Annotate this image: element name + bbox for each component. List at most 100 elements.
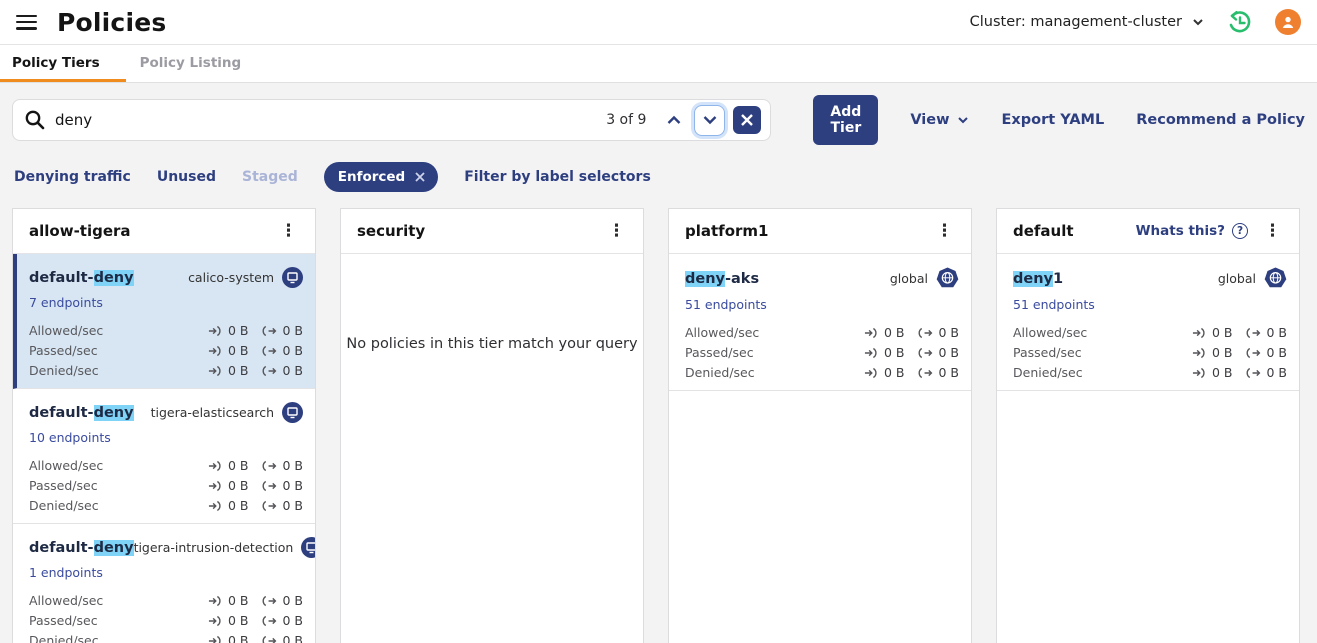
ingress-icon (208, 480, 223, 492)
ingress-icon (208, 615, 223, 627)
search-bar: 3 of 9 (12, 99, 771, 141)
chevron-down-icon (1192, 16, 1204, 28)
stat-row: Allowed/sec 0 B 0 B (1013, 325, 1287, 340)
policy-name: default-deny (29, 540, 134, 556)
ingress-icon (208, 500, 223, 512)
stat-row: Denied/sec 0 B 0 B (29, 498, 303, 513)
ingress-icon (864, 367, 879, 379)
hamburger-menu-icon[interactable] (16, 15, 37, 30)
tier-column-allow-tigera: allow-tigera ⋮ default-deny calico-syste… (12, 208, 316, 643)
stat-row: Passed/sec 0 B 0 B (685, 345, 959, 360)
filter-denying-traffic[interactable]: Denying traffic (14, 169, 131, 185)
search-input[interactable] (55, 111, 606, 129)
recommend-policy-button[interactable]: Recommend a Policy (1136, 112, 1305, 128)
ingress-icon (208, 345, 223, 357)
search-next-button[interactable] (694, 105, 725, 136)
endpoints-link[interactable]: 7 endpoints (29, 295, 103, 310)
help-icon: ? (1232, 223, 1248, 239)
egress-icon (262, 345, 277, 357)
stat-row: Allowed/sec 0 B 0 B (29, 593, 303, 608)
policy-scope: global (890, 267, 959, 290)
egress-icon (262, 365, 277, 377)
egress-icon (262, 635, 277, 643)
add-tier-button[interactable]: Add Tier (813, 95, 878, 145)
policy-card[interactable]: default-deny tigera-intrusion-detection … (13, 524, 315, 643)
policy-name: default-deny (29, 405, 134, 421)
history-icon[interactable] (1226, 9, 1253, 36)
tab-policy-tiers[interactable]: Policy Tiers (0, 45, 126, 82)
view-dropdown[interactable]: View (910, 112, 969, 128)
ingress-icon (864, 347, 879, 359)
tier-title: platform1 (685, 222, 932, 240)
egress-icon (262, 480, 277, 492)
search-icon (23, 108, 47, 132)
filter-enforced-pill[interactable]: Enforced (324, 162, 438, 192)
egress-icon (262, 460, 277, 472)
egress-icon (918, 347, 933, 359)
search-prev-button[interactable] (660, 110, 688, 130)
policy-scope: calico-system (188, 267, 303, 288)
user-avatar-icon[interactable] (1275, 9, 1301, 35)
endpoints-link[interactable]: 1 endpoints (29, 565, 103, 580)
stat-row: Allowed/sec 0 B 0 B (29, 458, 303, 473)
ingress-icon (208, 595, 223, 607)
policy-card[interactable]: deny1 global 51 endpoints Allowed/sec 0 … (997, 254, 1299, 391)
stat-row: Denied/sec 0 B 0 B (1013, 365, 1287, 380)
tier-title: security (357, 222, 604, 240)
endpoints-link[interactable]: 51 endpoints (685, 297, 767, 312)
egress-icon (918, 327, 933, 339)
search-highlight: deny (94, 540, 134, 556)
remove-filter-icon[interactable] (414, 171, 426, 183)
cluster-selector-label: Cluster: management-cluster (970, 14, 1182, 30)
filter-staged[interactable]: Staged (242, 169, 298, 185)
stat-row: Allowed/sec 0 B 0 B (29, 323, 303, 338)
search-highlight: deny (94, 270, 134, 286)
export-yaml-button[interactable]: Export YAML (1001, 112, 1104, 128)
tier-column-default: default Whats this? ? ⋮ deny1 global 51 … (996, 208, 1300, 643)
stat-row: Denied/sec 0 B 0 B (29, 363, 303, 378)
tier-menu-icon[interactable]: ⋮ (276, 221, 301, 242)
filter-label-selectors[interactable]: Filter by label selectors (464, 169, 651, 185)
tier-column-platform1: platform1 ⋮ deny-aks global 51 endpoints… (668, 208, 972, 643)
search-match-counter: 3 of 9 (606, 112, 646, 128)
egress-icon (1246, 367, 1261, 379)
policy-card[interactable]: default-deny calico-system 7 endpoints A… (13, 254, 315, 389)
namespace-icon (282, 267, 303, 288)
stat-row: Passed/sec 0 B 0 B (29, 613, 303, 628)
policy-card[interactable]: default-deny tigera-elasticsearch 10 end… (13, 389, 315, 524)
whats-this-link[interactable]: Whats this? ? (1136, 223, 1248, 239)
top-bar: Policies Cluster: management-cluster (0, 0, 1317, 45)
tier-menu-icon[interactable]: ⋮ (604, 221, 629, 242)
search-close-button[interactable] (733, 106, 761, 134)
stat-row: Denied/sec 0 B 0 B (29, 633, 303, 643)
tier-menu-icon[interactable]: ⋮ (932, 221, 957, 242)
filter-unused[interactable]: Unused (157, 169, 216, 185)
ingress-icon (208, 365, 223, 377)
stat-row: Passed/sec 0 B 0 B (29, 478, 303, 493)
namespace-icon (282, 402, 303, 423)
endpoints-link[interactable]: 10 endpoints (29, 430, 111, 445)
tab-policy-listing[interactable]: Policy Listing (126, 45, 256, 82)
policy-name: deny-aks (685, 271, 759, 287)
policy-name: deny1 (1013, 271, 1063, 287)
search-highlight: deny (1013, 271, 1053, 287)
policy-name: default-deny (29, 270, 134, 286)
ingress-icon (1192, 367, 1207, 379)
view-dropdown-label: View (910, 112, 949, 128)
ingress-icon (1192, 347, 1207, 359)
page-title: Policies (57, 8, 166, 37)
ingress-icon (864, 327, 879, 339)
stat-row: Passed/sec 0 B 0 B (1013, 345, 1287, 360)
cluster-selector[interactable]: Cluster: management-cluster (970, 14, 1204, 30)
ingress-icon (208, 635, 223, 643)
ingress-icon (1192, 327, 1207, 339)
policy-scope: tigera-elasticsearch (151, 402, 303, 423)
egress-icon (1246, 327, 1261, 339)
policy-card[interactable]: deny-aks global 51 endpoints Allowed/sec… (669, 254, 971, 391)
ingress-icon (208, 460, 223, 472)
chevron-down-icon (957, 114, 969, 126)
endpoints-link[interactable]: 51 endpoints (1013, 297, 1095, 312)
search-highlight: deny (685, 271, 725, 287)
tier-menu-icon[interactable]: ⋮ (1260, 221, 1285, 242)
namespace-icon (301, 537, 316, 558)
